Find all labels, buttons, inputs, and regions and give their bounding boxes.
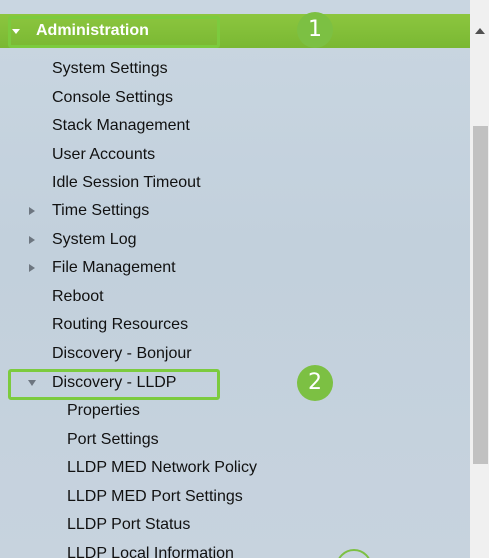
submenu-item-lldp-local-information[interactable]: LLDP Local Information <box>67 545 234 558</box>
scroll-up-icon[interactable] <box>475 28 485 34</box>
menu-item-stack-management[interactable]: Stack Management <box>52 117 190 135</box>
menu-item-system-log[interactable]: System Log <box>52 231 136 249</box>
menu-item-user-accounts[interactable]: User Accounts <box>52 146 155 164</box>
submenu-item-lldp-med-port-settings[interactable]: LLDP MED Port Settings <box>67 488 243 506</box>
navigation-frame: Administration 1 System Settings Console… <box>0 0 489 558</box>
chevron-right-icon[interactable] <box>29 207 35 215</box>
step-badge-1: 1 <box>297 12 333 48</box>
highlight-discovery-lldp <box>8 369 220 400</box>
submenu-item-properties[interactable]: Properties <box>67 402 140 420</box>
menu-item-routing-resources[interactable]: Routing Resources <box>52 316 188 334</box>
scrollbar-thumb[interactable] <box>473 126 488 464</box>
menu-item-idle-session-timeout[interactable]: Idle Session Timeout <box>52 174 201 192</box>
highlight-administration <box>8 16 220 48</box>
step-badge-3-partial <box>336 549 372 558</box>
step-badge-2: 2 <box>297 365 333 401</box>
menu-item-file-management[interactable]: File Management <box>52 259 176 277</box>
chevron-right-icon[interactable] <box>29 236 35 244</box>
menu-item-discovery-bonjour[interactable]: Discovery - Bonjour <box>52 345 192 363</box>
menu-item-system-settings[interactable]: System Settings <box>52 60 168 78</box>
submenu-item-lldp-med-network-policy[interactable]: LLDP MED Network Policy <box>67 459 257 477</box>
navigation-panel: Administration 1 System Settings Console… <box>0 0 470 558</box>
submenu-item-port-settings[interactable]: Port Settings <box>67 431 159 449</box>
menu-item-reboot[interactable]: Reboot <box>52 288 104 306</box>
submenu-item-lldp-port-status[interactable]: LLDP Port Status <box>67 516 190 534</box>
menu-item-console-settings[interactable]: Console Settings <box>52 89 173 107</box>
vertical-scrollbar[interactable] <box>470 0 489 558</box>
menu-item-time-settings[interactable]: Time Settings <box>52 202 149 220</box>
chevron-right-icon[interactable] <box>29 264 35 272</box>
